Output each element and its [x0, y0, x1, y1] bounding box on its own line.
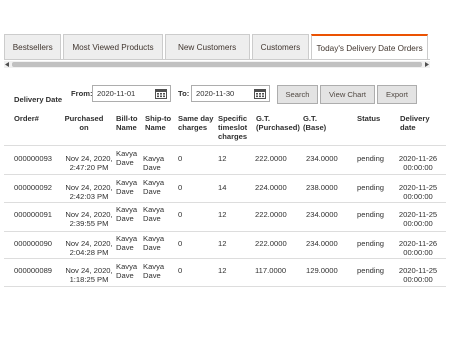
from-calendar-icon[interactable] [155, 88, 167, 99]
tab-new-customers[interactable]: New Customers [164, 34, 250, 59]
row-divider [4, 286, 446, 287]
row-divider [4, 202, 446, 203]
cell-gt-base: 129.0000 [306, 266, 338, 275]
cell-bill-to-name: Kavya Dave [116, 149, 138, 167]
cell-same-day-charges: 0 [178, 266, 183, 275]
cell-status: pending [357, 154, 385, 163]
cell-same-day-charges: 0 [178, 239, 183, 248]
cell-same-day-charges: 0 [178, 154, 183, 163]
tab-most-viewed-products[interactable]: Most Viewed Products [63, 34, 163, 59]
cell-purchased-on: Nov 24, 2020, 2:47:20 PM [65, 154, 113, 172]
cell-same-day-charges: 0 [178, 183, 183, 192]
col-header-purchased-on: Purchased on [64, 114, 104, 132]
cell-gt-base: 238.0000 [306, 183, 338, 192]
dashboard-tabs: Bestsellers Most Viewed Products New Cus… [4, 34, 430, 60]
scroll-left-icon[interactable] [4, 61, 11, 68]
cell-delivery-date: 2020-11-25 00:00:00 [398, 266, 438, 284]
tab-bestsellers[interactable]: Bestsellers [4, 34, 62, 59]
cell-same-day-charges: 0 [178, 210, 183, 219]
cell-timeslot-charges: 12 [218, 154, 227, 163]
cell-purchased-on: Nov 24, 2020, 2:42:03 PM [65, 183, 113, 201]
tab-todays-delivery-date-orders[interactable]: Today's Delivery Date Orders [311, 34, 429, 60]
col-header-bill-to-name: Bill-to Name [116, 114, 138, 132]
delivery-date-label: Delivery Date [14, 95, 63, 104]
col-header-delivery-date: Delivery date [400, 114, 430, 132]
row-divider [4, 258, 446, 259]
cell-ship-to-name: Kavya Dave [143, 178, 165, 196]
cell-gt-base: 234.0000 [306, 210, 338, 219]
view-chart-button[interactable]: View Chart [320, 85, 375, 104]
cell-gt-purchased: 117.0000 [255, 266, 287, 275]
row-divider [4, 231, 446, 232]
cell-status: pending [357, 210, 385, 219]
cell-purchased-on: Nov 24, 2020, 2:39:55 PM [65, 210, 113, 228]
cell-purchased-on: Nov 24, 2020, 2:04:28 PM [65, 239, 113, 257]
cell-purchased-on: Nov 24, 2020, 1:18:25 PM [65, 266, 113, 284]
col-header-order: Order# [14, 114, 39, 123]
cell-delivery-date: 2020-11-25 00:00:00 [398, 183, 438, 201]
cell-status: pending [357, 266, 385, 275]
tab-customers[interactable]: Customers [251, 34, 310, 59]
cell-gt-purchased: 222.0000 [255, 210, 287, 219]
export-button[interactable]: Export [377, 85, 417, 104]
row-divider [4, 174, 446, 175]
cell-gt-base: 234.0000 [306, 154, 338, 163]
col-header-ship-to-name: Ship-to Name [145, 114, 172, 132]
cell-ship-to-name: Kavya Dave [143, 154, 165, 172]
to-calendar-icon[interactable] [254, 88, 266, 99]
cell-status: pending [357, 239, 385, 248]
cell-timeslot-charges: 12 [218, 210, 227, 219]
table-header-divider [4, 145, 446, 146]
cell-order-number: 000000091 [14, 210, 53, 219]
cell-gt-purchased: 222.0000 [255, 154, 287, 163]
search-button[interactable]: Search [277, 85, 318, 104]
cell-timeslot-charges: 14 [218, 183, 227, 192]
col-header-gt-base: G.T. (Base) [303, 114, 327, 132]
cell-ship-to-name: Kavya Dave [143, 205, 165, 223]
cell-order-number: 000000093 [14, 154, 53, 163]
cell-timeslot-charges: 12 [218, 266, 227, 275]
cell-delivery-date: 2020-11-26 00:00:00 [398, 239, 438, 257]
cell-order-number: 000000089 [14, 266, 53, 275]
cell-order-number: 000000092 [14, 183, 53, 192]
col-header-same-day-charges: Same day charges [178, 114, 214, 132]
col-header-specific-timeslot-charges: Specific timeslot charges [218, 114, 248, 141]
cell-ship-to-name: Kavya Dave [143, 262, 165, 280]
scroll-right-icon[interactable] [423, 61, 430, 68]
cell-delivery-date: 2020-11-25 00:00:00 [398, 210, 438, 228]
cell-gt-base: 234.0000 [306, 239, 338, 248]
tab-divider [4, 59, 430, 60]
cell-bill-to-name: Kavya Dave [116, 234, 138, 252]
cell-timeslot-charges: 12 [218, 239, 227, 248]
cell-delivery-date: 2020-11-26 00:00:00 [398, 154, 438, 172]
cell-bill-to-name: Kavya Dave [116, 178, 138, 196]
col-header-status: Status [357, 114, 381, 123]
cell-bill-to-name: Kavya Dave [116, 205, 138, 223]
col-header-gt-purchased: G.T. (Purchased) [256, 114, 300, 132]
cell-gt-purchased: 222.0000 [255, 239, 287, 248]
cell-ship-to-name: Kavya Dave [143, 234, 165, 252]
from-label: From: [71, 89, 93, 98]
scrollbar-thumb[interactable] [12, 62, 422, 67]
cell-order-number: 000000090 [14, 239, 53, 248]
cell-gt-purchased: 224.0000 [255, 183, 287, 192]
cell-bill-to-name: Kavya Dave [116, 262, 138, 280]
to-label: To: [178, 89, 190, 98]
cell-status: pending [357, 183, 385, 192]
